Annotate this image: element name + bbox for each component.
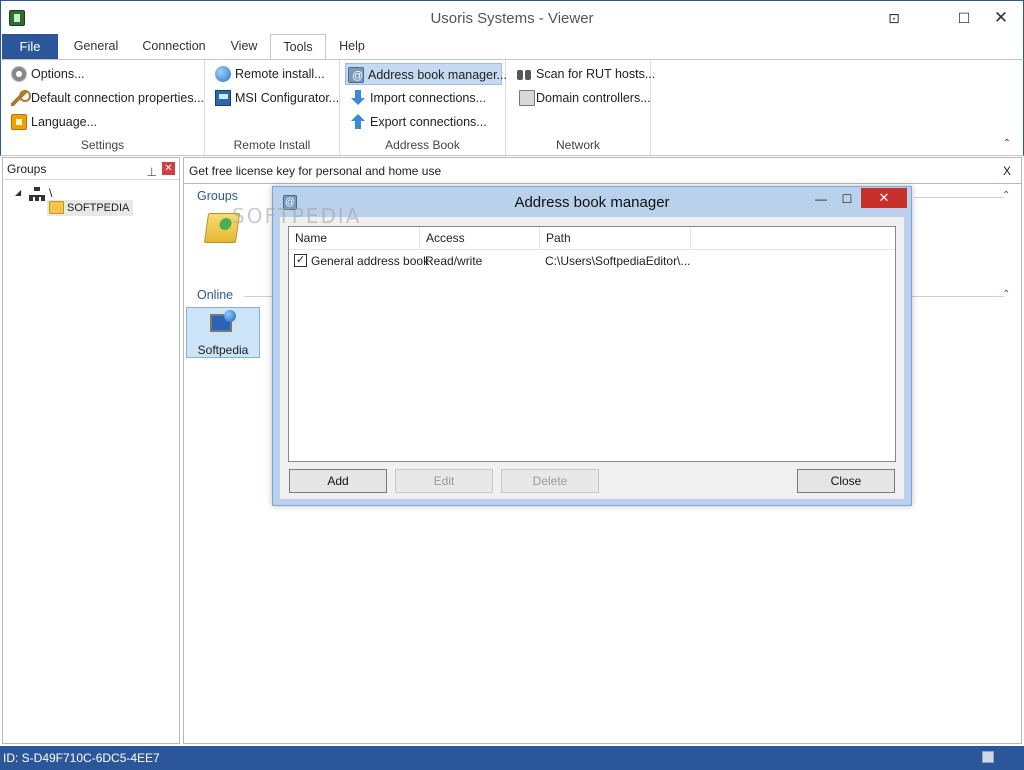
ribbon-group-label-remote-install: Remote Install <box>233 138 311 152</box>
license-banner: Get free license key for personal and ho… <box>184 158 1021 184</box>
maximize-button[interactable]: ☐ <box>949 7 979 29</box>
options-button[interactable]: Options... <box>9 63 85 85</box>
address-book-manager-label: Address book manager... <box>368 68 507 82</box>
globe-icon <box>215 66 231 82</box>
tree-root-label: \ <box>49 186 53 200</box>
server-icon <box>519 90 535 106</box>
column-header-path[interactable]: Path <box>540 227 691 250</box>
address-book-list[interactable]: Name Access Path ✓ General address book … <box>288 226 896 462</box>
msi-icon <box>215 90 231 106</box>
status-id: ID: S-D49F710C-6DC5-4EE7 <box>3 751 160 765</box>
ribbon-collapse-icon[interactable]: ⌃ <box>1003 138 1011 149</box>
address-book-icon <box>348 65 364 87</box>
scan-rut-hosts-button[interactable]: Scan for RUT hosts... <box>514 63 655 85</box>
groups-panel-title: Groups <box>7 162 47 176</box>
tree-node-label: SOFTPEDIA <box>67 202 130 214</box>
export-connections-label: Export connections... <box>370 115 487 129</box>
language-icon <box>11 114 27 130</box>
tab-help[interactable]: Help <box>331 34 373 59</box>
tree-node-softpedia[interactable]: SOFTPEDIA <box>47 200 134 216</box>
close-window-button[interactable]: ✕ <box>986 7 1016 29</box>
tab-view[interactable]: View <box>223 34 265 59</box>
remote-install-button[interactable]: Remote install... <box>213 63 325 85</box>
dialog-minimize-button[interactable]: — <box>811 191 831 209</box>
ribbon-group-settings: Options... Default connection properties… <box>1 60 205 155</box>
domain-controllers-button[interactable]: Domain controllers... <box>514 87 651 109</box>
groups-section-collapse-icon[interactable]: ⌃ <box>1002 190 1010 201</box>
ribbon-group-address-book: Address book manager... Import connectio… <box>340 60 507 155</box>
dialog-title-bar: @ Address book manager — ☐ ✕ <box>273 187 911 217</box>
options-label: Options... <box>31 67 85 81</box>
ribbon-group-network: Scan for RUT hosts... Domain controllers… <box>506 60 655 155</box>
default-connection-properties-button[interactable]: Default connection properties... <box>9 87 204 109</box>
tab-connection[interactable]: Connection <box>133 34 215 59</box>
online-host-label: Softpedia <box>197 343 249 357</box>
license-text[interactable]: Get free license key for personal and ho… <box>189 164 441 178</box>
online-section-title: Online <box>197 288 234 302</box>
dialog-maximize-button[interactable]: ☐ <box>837 191 857 209</box>
msi-configurator-label: MSI Configurator... <box>235 91 340 105</box>
domain-controllers-label: Domain controllers... <box>536 91 651 105</box>
wrench-icon <box>11 90 31 106</box>
export-connections-button[interactable]: Export connections... <box>348 111 487 133</box>
watermark: SOFTPEDIA <box>232 204 362 228</box>
language-label: Language... <box>31 115 98 129</box>
gear-icon <box>11 66 27 82</box>
address-book-manager-button[interactable]: Address book manager... <box>345 63 507 87</box>
list-header: Name Access Path <box>289 227 895 250</box>
arrow-down-icon <box>350 90 366 106</box>
delete-button[interactable]: Delete <box>501 469 599 493</box>
column-header-name[interactable]: Name <box>289 227 420 250</box>
tab-tools[interactable]: Tools <box>270 34 326 60</box>
import-connections-label: Import connections... <box>370 91 487 105</box>
address-book-path: C:\Users\SoftpediaEditor\... <box>545 254 691 268</box>
computer-icon <box>210 310 236 334</box>
close-panel-icon[interactable]: ✕ <box>162 162 175 175</box>
ribbon-group-label-settings: Settings <box>80 138 125 152</box>
msi-configurator-button[interactable]: MSI Configurator... <box>213 87 339 109</box>
scan-rut-hosts-label: Scan for RUT hosts... <box>536 67 656 81</box>
folder-icon <box>49 201 64 214</box>
network-icon <box>29 187 45 201</box>
edit-button[interactable]: Edit <box>395 469 493 493</box>
language-button[interactable]: Language... <box>9 111 97 133</box>
status-icon <box>982 751 994 763</box>
remote-install-label: Remote install... <box>235 67 325 81</box>
pin-icon[interactable]: ⊥ <box>147 161 157 183</box>
window-title: Usoris Systems - Viewer <box>430 10 594 27</box>
dialog-body: Name Access Path ✓ General address book … <box>280 217 904 499</box>
tab-file[interactable]: File <box>2 34 58 59</box>
close-button[interactable]: Close <box>797 469 895 493</box>
groups-section-title: Groups <box>197 189 238 203</box>
tree-expand-icon[interactable]: ◢ <box>15 188 21 197</box>
dialog-close-button[interactable]: ✕ <box>861 188 907 208</box>
groups-section-divider <box>914 197 1004 198</box>
column-header-access[interactable]: Access <box>420 227 540 250</box>
status-bar: ID: S-D49F710C-6DC5-4EE7 <box>0 746 1024 770</box>
arrow-up-icon <box>350 114 366 130</box>
ribbon-group-label-address-book: Address Book <box>385 138 460 152</box>
add-button[interactable]: Add <box>289 469 387 493</box>
license-close-button[interactable]: X <box>1003 158 1011 184</box>
list-item[interactable]: ✓ General address book Read/write C:\Use… <box>289 251 895 271</box>
ribbon-group-label-network: Network <box>555 138 600 152</box>
enabled-checkbox[interactable]: ✓ <box>294 254 307 267</box>
address-book-access: Read/write <box>425 254 483 268</box>
groups-panel: Groups ⊥ ✕ ◢ \ SOFTPEDIA <box>2 157 180 744</box>
online-host-tile[interactable]: Softpedia <box>186 307 260 358</box>
ribbon-group-remote-install: Remote install... MSI Configurator... Re… <box>205 60 340 155</box>
address-book-manager-dialog: @ Address book manager — ☐ ✕ Name Access… <box>272 186 912 506</box>
address-book-name: General address book <box>311 254 430 268</box>
default-connection-properties-label: Default connection properties... <box>31 91 205 105</box>
groups-panel-header: Groups ⊥ ✕ <box>3 158 179 180</box>
ribbon-tabs: File General Connection View Tools Help <box>0 34 1024 60</box>
ribbon: Options... Default connection properties… <box>0 59 1024 156</box>
import-connections-button[interactable]: Import connections... <box>348 87 486 109</box>
title-bar: Usoris Systems - Viewer ⊡ ☐ ✕ <box>0 0 1024 34</box>
online-section-collapse-icon[interactable]: ⌃ <box>1002 289 1010 300</box>
binoculars-icon <box>516 66 532 82</box>
restore-icon[interactable]: ⊡ <box>879 7 909 29</box>
tab-general[interactable]: General <box>63 34 129 59</box>
